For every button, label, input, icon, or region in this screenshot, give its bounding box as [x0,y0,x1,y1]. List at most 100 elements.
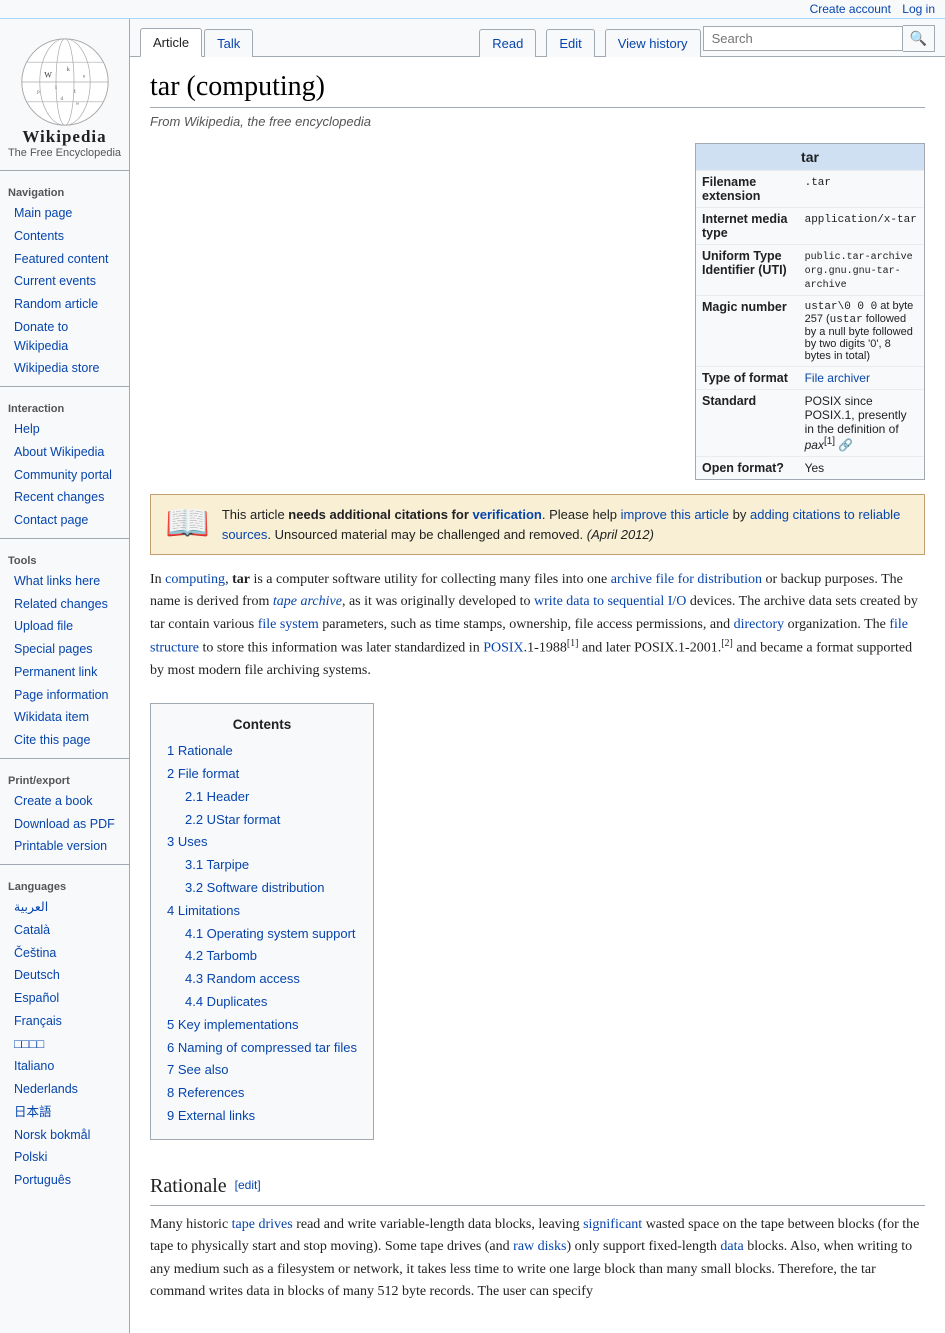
sidebar-item-lang-italiano[interactable]: Italiano [0,1055,129,1078]
sidebar-item-help[interactable]: Help [0,418,129,441]
infobox-label-filename: Filename extension [696,171,799,208]
tab-read[interactable]: Read [479,29,536,57]
sidebar-item-download-pdf[interactable]: Download as PDF [0,813,129,836]
toc-item-9[interactable]: 9 External links [167,1106,357,1127]
infobox-value-uti: public.tar-archiveorg.gnu.gnu-tar-archiv… [799,245,924,296]
toc-item-2[interactable]: 2 File format [167,764,357,785]
rationale-heading-text: Rationale [150,1170,227,1202]
sidebar-item-about[interactable]: About Wikipedia [0,441,129,464]
sidebar-item-recent-changes[interactable]: Recent changes [0,486,129,509]
sidebar-item-random-article[interactable]: Random article [0,293,129,316]
toc-item-4-2[interactable]: 4.2 Tarbomb [167,946,357,967]
site-name: Wikipedia [5,127,124,147]
tab-edit[interactable]: Edit [546,29,594,57]
verification-link[interactable]: verification [473,507,542,522]
sidebar-item-contact[interactable]: Contact page [0,509,129,532]
sidebar-item-lang-portugues[interactable]: Português [0,1169,129,1192]
sidebar-item-permanent-link[interactable]: Permanent link [0,661,129,684]
toc-title: Contents [167,714,357,736]
sidebar-item-lang-polski[interactable]: Polski [0,1146,129,1169]
improve-article-link[interactable]: improve this article [621,507,729,522]
toc-item-5[interactable]: 5 Key implementations [167,1015,357,1036]
significant-link[interactable]: significant [583,1217,642,1232]
intro-paragraph: In computing, tar is a computer software… [150,569,925,683]
archive-file-link[interactable]: archive file for distribution [611,572,762,587]
toc-item-4-3[interactable]: 4.3 Random access [167,969,357,990]
infobox-title: tar [696,144,924,170]
infobox-row-filename: Filename extension .tar [696,171,924,208]
write-data-link[interactable]: write data to sequential [534,594,664,609]
tape-drives-link[interactable]: tape drives [232,1217,293,1232]
rationale-edit-link[interactable]: [edit] [235,1176,261,1195]
sidebar-item-related-changes[interactable]: Related changes [0,593,129,616]
data-link[interactable]: data [720,1239,743,1254]
sidebar-item-store[interactable]: Wikipedia store [0,357,129,380]
sidebar-item-lang-espanol[interactable]: Español [0,987,129,1010]
toc-item-8[interactable]: 8 References [167,1083,357,1104]
sidebar-item-main-page[interactable]: Main page [0,202,129,225]
infobox-row-type: Type of format File archiver [696,367,924,390]
sidebar-item-special-pages[interactable]: Special pages [0,638,129,661]
toc-item-6[interactable]: 6 Naming of compressed tar files [167,1038,357,1059]
io-link[interactable]: I/O [668,594,687,609]
sidebar-item-printable[interactable]: Printable version [0,835,129,858]
log-in-link[interactable]: Log in [902,2,935,16]
sidebar-item-featured-content[interactable]: Featured content [0,248,129,271]
file-archiver-link[interactable]: File archiver [805,371,870,385]
sidebar-item-wikidata[interactable]: Wikidata item [0,706,129,729]
create-account-link[interactable]: Create account [810,2,891,16]
sidebar-item-lang-deutsch[interactable]: Deutsch [0,964,129,987]
toc-item-4-4[interactable]: 4.4 Duplicates [167,992,357,1013]
logo-area: W i k i p e d ia Wikipedia The Free Ency… [0,27,129,164]
posix-link[interactable]: POSIX [483,641,523,656]
toc-item-3-2[interactable]: 3.2 Software distribution [167,878,357,899]
infobox-value-magic: ustar\0 0 0 at byte 257 (ustar followed … [799,296,924,367]
svg-text:p: p [37,89,40,95]
sidebar-item-create-book[interactable]: Create a book [0,790,129,813]
notice-icon: 📖 [165,505,210,541]
infobox-value-standard: POSIX since POSIX.1, presently in the de… [799,390,924,457]
sidebar-item-upload-file[interactable]: Upload file [0,615,129,638]
sidebar-item-lang-cestina[interactable]: Čeština [0,942,129,965]
infobox-label-uti: Uniform Type Identifier (UTI) [696,245,799,296]
sidebar-item-donate[interactable]: Donate to Wikipedia [0,316,129,358]
tab-article[interactable]: Article [140,28,202,57]
tape-archive-link[interactable]: tape archive [273,594,342,609]
sidebar-item-lang-japanese[interactable]: 日本語 [0,1101,129,1124]
raw-disks-link[interactable]: raw disks [513,1239,566,1254]
sidebar-item-lang-catala[interactable]: Català [0,919,129,942]
tools-section-label: Tools [0,545,129,570]
sidebar-item-cite[interactable]: Cite this page [0,729,129,752]
sidebar-item-lang-arabic[interactable]: العربية [0,896,129,919]
toc-item-2-2[interactable]: 2.2 UStar format [167,810,357,831]
sidebar-item-what-links-here[interactable]: What links here [0,570,129,593]
toc-item-4-1[interactable]: 4.1 Operating system support [167,924,357,945]
computing-link[interactable]: computing [165,572,225,587]
toc-item-7[interactable]: 7 See also [167,1060,357,1081]
sidebar-item-lang-francais[interactable]: Français [0,1010,129,1033]
toc-item-4[interactable]: 4 Limitations [167,901,357,922]
file-system-link[interactable]: file system [258,617,319,632]
sidebar-item-lang-cjk[interactable]: □□□□ [0,1033,129,1056]
infobox-label-standard: Standard [696,390,799,457]
svg-text:ia: ia [75,101,78,106]
article-title: tar (computing) [150,71,925,108]
sidebar-item-contents[interactable]: Contents [0,225,129,248]
sidebar-item-community-portal[interactable]: Community portal [0,464,129,487]
sidebar-item-lang-norsk[interactable]: Norsk bokmål [0,1124,129,1147]
infobox-label-open: Open format? [696,457,799,480]
print-section-label: Print/export [0,765,129,790]
toc-item-1[interactable]: 1 Rationale [167,741,357,762]
toc-item-3-1[interactable]: 3.1 Tarpipe [167,855,357,876]
sidebar-item-page-information[interactable]: Page information [0,684,129,707]
search-button[interactable]: 🔍 [903,25,935,52]
infobox-row-media-type: Internet media type application/x-tar [696,208,924,245]
toc-item-2-1[interactable]: 2.1 Header [167,787,357,808]
toc-item-3[interactable]: 3 Uses [167,832,357,853]
sidebar-item-current-events[interactable]: Current events [0,270,129,293]
directory-link[interactable]: directory [734,617,785,632]
tab-view-history[interactable]: View history [605,29,701,57]
search-input[interactable] [703,26,903,51]
sidebar-item-lang-nederlands[interactable]: Nederlands [0,1078,129,1101]
tab-talk[interactable]: Talk [204,29,253,57]
